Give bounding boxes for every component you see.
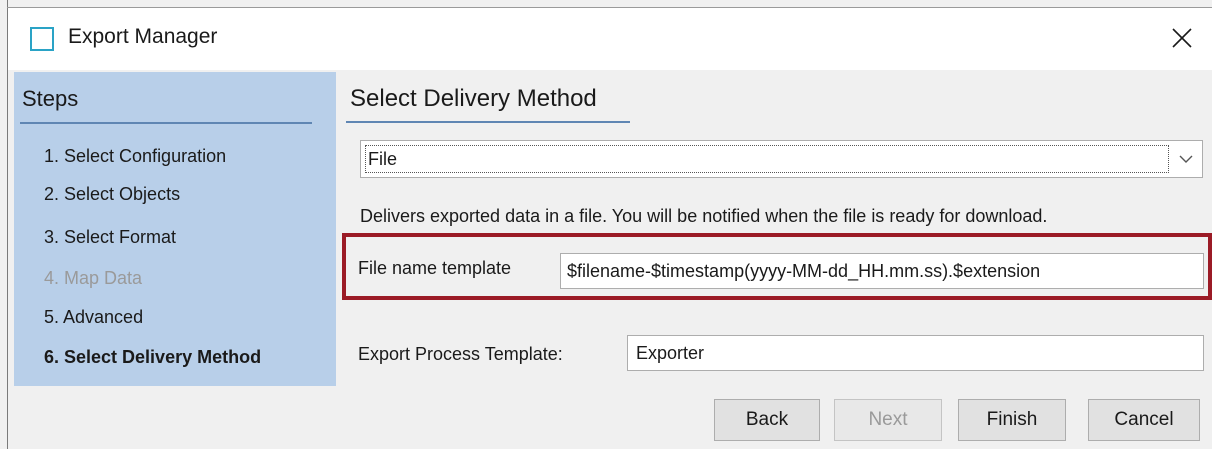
file-name-template-input[interactable]: $filename-$timestamp(yyyy-MM-dd_HH.mm.ss… — [560, 253, 1204, 289]
step-advanced[interactable]: 5. Advanced — [44, 307, 143, 328]
steps-panel: Steps 1. Select Configuration 2. Select … — [14, 72, 336, 386]
chevron-down-icon — [1179, 155, 1193, 163]
section-title: Select Delivery Method — [350, 85, 597, 112]
step-select-objects[interactable]: 2. Select Objects — [44, 184, 180, 205]
dropdown-button[interactable] — [1170, 141, 1202, 177]
step-select-configuration[interactable]: 1. Select Configuration — [44, 146, 226, 167]
window-title: Export Manager — [68, 25, 218, 48]
cancel-button[interactable]: Cancel — [1088, 399, 1200, 441]
export-process-template-input[interactable]: Exporter — [627, 335, 1204, 371]
back-button[interactable]: Back — [714, 399, 820, 441]
export-manager-window: Export Manager Steps 1. Select Configura… — [0, 0, 1212, 449]
title-bar: Export Manager — [8, 8, 1212, 70]
steps-title-underline — [20, 122, 312, 124]
close-button[interactable] — [1160, 16, 1204, 60]
delivery-method-select[interactable]: File — [360, 140, 1203, 178]
step-select-format[interactable]: 3. Select Format — [44, 227, 176, 248]
export-process-template-label: Export Process Template: — [358, 344, 563, 364]
delivery-method-value: File — [365, 145, 1169, 173]
delivery-description: Delivers exported data in a file. You wi… — [360, 206, 1048, 226]
steps-title: Steps — [22, 86, 79, 111]
window-icon — [30, 27, 54, 51]
section-title-underline — [346, 121, 630, 123]
step-map-data: 4. Map Data — [44, 268, 143, 288]
finish-button[interactable]: Finish — [958, 399, 1066, 441]
file-name-template-label: File name template — [358, 258, 512, 278]
next-button: Next — [834, 399, 942, 441]
close-icon — [1172, 28, 1192, 48]
step-select-delivery-method[interactable]: 6. Select Delivery Method — [44, 347, 261, 368]
